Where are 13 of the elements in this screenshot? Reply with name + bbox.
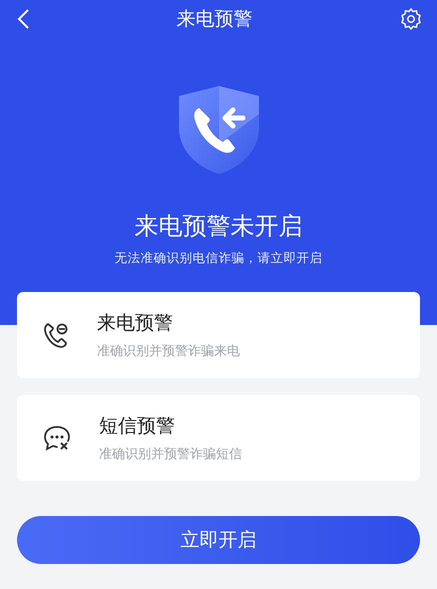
feature-title: 来电预警 xyxy=(97,311,174,336)
feature-description: 准确识别并预警诈骗短信 xyxy=(99,446,242,463)
page-title: 来电预警 xyxy=(176,7,252,32)
back-icon[interactable] xyxy=(16,8,30,30)
status-subtitle: 无法准确识别电信诈骗，请立即开启 xyxy=(114,250,322,267)
feature-description: 准确识别并预警诈骗来电 xyxy=(97,343,240,360)
status-title: 来电预警未开启 xyxy=(134,211,302,242)
chat-bubble-icon xyxy=(43,425,71,451)
enable-button[interactable]: 立即开启 xyxy=(17,516,420,564)
phone-icon xyxy=(43,321,69,349)
settings-icon[interactable] xyxy=(399,7,423,31)
shield-phone-icon xyxy=(176,84,260,176)
feature-title: 短信预警 xyxy=(99,414,176,439)
